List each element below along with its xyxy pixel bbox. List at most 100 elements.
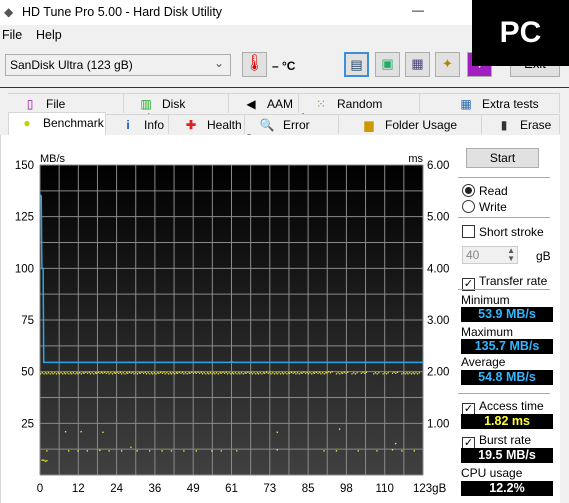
tab-info[interactable]: i Info <box>106 114 169 134</box>
spinner-arrows-icon[interactable]: ▲ ▼ <box>507 247 515 263</box>
access-time-point <box>278 372 280 374</box>
access-time-point <box>364 372 366 374</box>
short-stroke-label: Short stroke <box>479 225 544 239</box>
access-time-point <box>76 372 78 374</box>
access-time-point <box>102 372 104 374</box>
access-time-point <box>152 373 154 375</box>
divider <box>458 217 550 218</box>
tab-erase[interactable]: ▮ Erase <box>482 114 560 134</box>
access-time-point <box>315 371 317 373</box>
tab-disk-monitor[interactable]: ▥Disk monitor <box>124 93 229 125</box>
access-time-point <box>251 373 253 375</box>
access-time-point <box>373 373 375 375</box>
access-time-point <box>57 372 59 374</box>
access-time-point <box>250 371 252 373</box>
x-tick-label: 49 <box>187 483 200 495</box>
access-time-point <box>68 450 70 452</box>
access-time-point <box>195 450 197 452</box>
access-time-point <box>325 372 327 374</box>
access-time-point <box>402 372 405 374</box>
access-time-point <box>52 373 54 375</box>
maximum-value: 135.7 MB/s <box>461 339 553 354</box>
access-time-point <box>312 372 315 374</box>
tab-aam[interactable]: ◀ AAM <box>229 93 299 113</box>
write-radio[interactable]: Write <box>462 200 507 214</box>
access-time-point <box>391 449 394 451</box>
access-time-point <box>82 372 84 374</box>
access-time-point <box>70 372 72 374</box>
access-time-point <box>161 372 163 374</box>
access-time-point <box>276 449 278 451</box>
tab-health[interactable]: ✚ Health <box>169 114 245 134</box>
divider <box>458 289 550 290</box>
access-time-point <box>136 373 139 375</box>
save-icon[interactable]: ▦ <box>405 52 430 77</box>
y-tick-label: 50 <box>21 367 34 379</box>
access-time-point <box>378 372 380 374</box>
thermometer-icon[interactable]: 🌡 <box>242 52 267 77</box>
access-time-point <box>128 371 131 373</box>
access-time-point <box>309 372 311 374</box>
speaker-icon: ◀ <box>246 97 256 111</box>
access-time-point <box>272 372 274 374</box>
tab-file-benchmark[interactable]: ▯File Benchmark <box>8 93 124 125</box>
access-time-point <box>281 372 283 374</box>
access-time-point <box>290 371 293 373</box>
access-time-point <box>55 373 58 375</box>
access-time-point <box>256 372 259 374</box>
access-time-point <box>311 373 313 375</box>
access-time-point <box>183 373 185 375</box>
options-icon[interactable]: ✦ <box>435 52 460 77</box>
tab-extra-tests[interactable]: ▦ Extra tests <box>420 93 560 113</box>
access-time-point <box>85 371 87 373</box>
access-time-point <box>157 372 159 374</box>
access-time-point <box>317 372 319 374</box>
access-time-point <box>226 373 229 375</box>
access-time-point <box>222 371 224 373</box>
short-stroke-checkbox[interactable]: Short stroke <box>462 225 544 239</box>
transfer-rate-label: Transfer rate <box>479 274 548 288</box>
menu-file[interactable]: File <box>2 28 22 42</box>
info-icon: i <box>126 118 130 132</box>
start-button[interactable]: Start <box>466 148 539 168</box>
access-time-point <box>292 372 294 374</box>
access-time-point <box>143 372 145 374</box>
access-time-point <box>191 371 193 373</box>
access-time-point <box>177 372 179 374</box>
stroke-size-spinner[interactable]: 40 ▲ ▼ <box>462 246 518 264</box>
access-time-point <box>60 372 62 374</box>
access-time-point <box>244 372 246 374</box>
access-time-point <box>102 431 104 433</box>
access-time-point <box>239 373 241 375</box>
drive-select[interactable]: SanDisk Ultra (123 gB) ⌄ <box>5 54 231 76</box>
right-axis-unit: ms <box>408 153 423 165</box>
access-time-point <box>72 372 75 374</box>
minimize-button[interactable]: — <box>412 3 424 17</box>
access-time-point <box>77 450 79 452</box>
access-time-point <box>208 373 210 375</box>
access-time-point <box>289 372 291 374</box>
tab-benchmark[interactable]: ● Benchmark <box>8 112 106 135</box>
access-time-point <box>119 371 122 373</box>
access-time-point <box>150 372 153 374</box>
tab-label: Benchmark <box>43 116 104 130</box>
access-time-point <box>186 373 188 375</box>
access-time-point <box>54 372 56 374</box>
menu-help[interactable]: Help <box>36 28 62 42</box>
access-time-point <box>354 373 356 375</box>
access-time-point <box>339 373 341 375</box>
access-time-point <box>257 373 260 375</box>
copy-text-icon[interactable]: ▤ <box>344 52 369 77</box>
magnifier-icon: 🔍 <box>259 118 275 132</box>
access-time-point <box>200 371 202 373</box>
copy-screenshot-icon[interactable]: ▣ <box>375 52 400 77</box>
tab-error-scan[interactable]: 🔍Error Scan <box>245 114 339 146</box>
access-time-point <box>163 371 165 373</box>
read-radio[interactable]: Read <box>462 184 508 198</box>
access-time-point <box>275 372 277 374</box>
access-time-point <box>406 372 408 374</box>
access-time-point <box>144 371 146 373</box>
tab-folder-usage[interactable]: ▆ Folder Usage <box>339 114 482 134</box>
access-time-point <box>184 372 187 374</box>
tab-random-access[interactable]: ⁙Random Access <box>299 93 420 125</box>
